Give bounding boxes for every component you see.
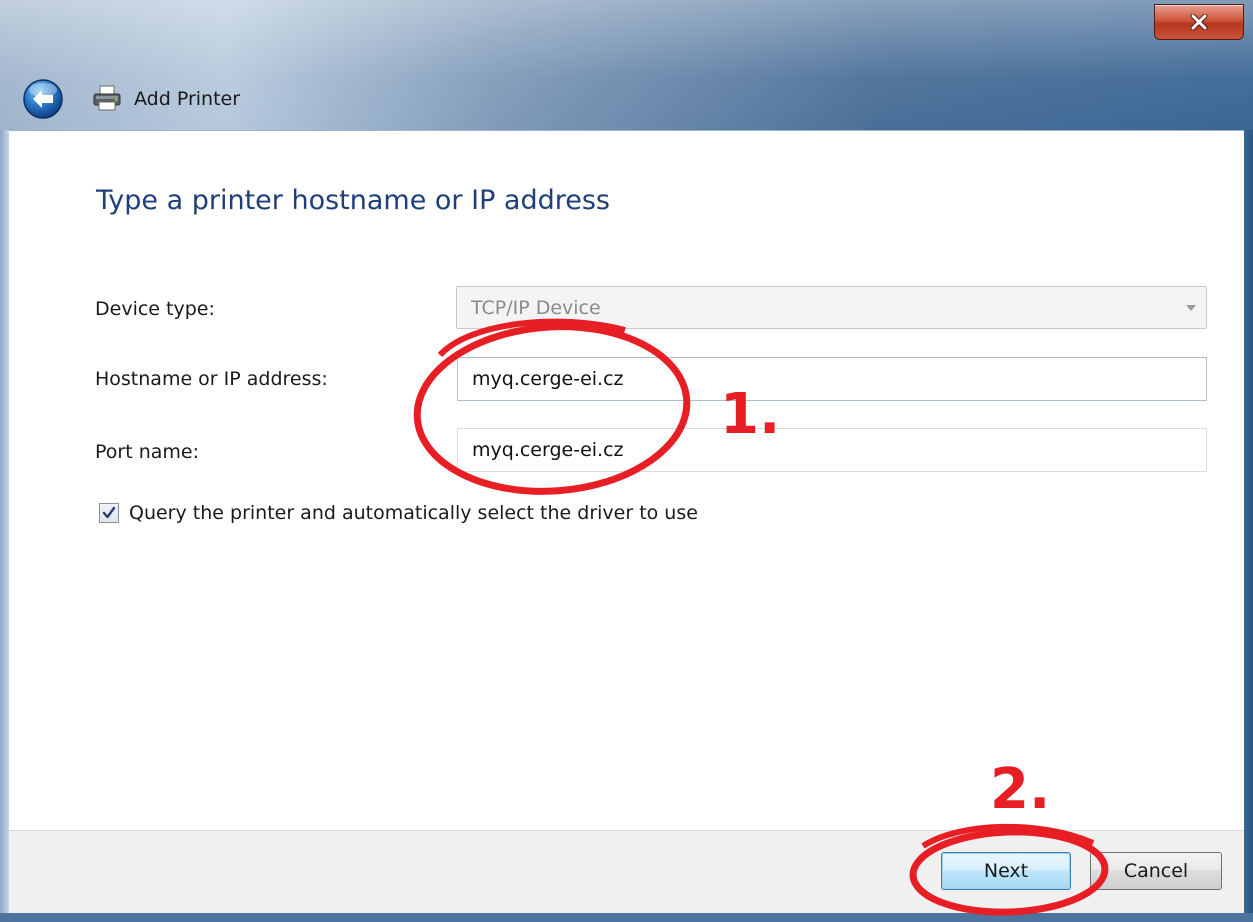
checkmark-icon	[102, 506, 116, 519]
device-type-dropdown[interactable]: TCP/IP Device	[456, 286, 1207, 329]
hostname-field-container	[457, 357, 1207, 401]
footer-bar: Next Cancel	[9, 830, 1244, 913]
device-type-value: TCP/IP Device	[471, 297, 601, 319]
back-arrow-icon[interactable]	[22, 78, 64, 120]
dropdown-arrow-icon	[1186, 305, 1196, 311]
window-title: Add Printer	[134, 88, 241, 110]
port-name-label: Port name:	[95, 441, 199, 463]
window-right-border	[1244, 130, 1253, 922]
port-name-input[interactable]	[458, 429, 1206, 471]
next-button[interactable]: Next	[941, 852, 1071, 890]
hostname-label: Hostname or IP address:	[95, 368, 328, 390]
add-printer-window: Add Printer Type a printer hostname or I…	[0, 0, 1253, 922]
query-printer-checkbox[interactable]	[99, 503, 119, 523]
window-bottom-border	[0, 913, 1253, 922]
port-name-field-container	[457, 428, 1207, 472]
window-left-border	[0, 130, 9, 922]
printer-icon	[93, 85, 121, 111]
device-type-label: Device type:	[95, 298, 215, 320]
close-button[interactable]	[1154, 4, 1244, 40]
close-icon	[1190, 14, 1208, 30]
query-printer-label[interactable]: Query the printer and automatically sele…	[129, 500, 698, 526]
cancel-button[interactable]: Cancel	[1090, 852, 1222, 890]
content-area: Type a printer hostname or IP address De…	[9, 130, 1244, 830]
hostname-input[interactable]	[458, 358, 1206, 400]
annotation-step-1: 1.	[720, 382, 781, 447]
page-heading: Type a printer hostname or IP address	[96, 185, 611, 216]
annotation-step-2: 2.	[990, 757, 1051, 822]
